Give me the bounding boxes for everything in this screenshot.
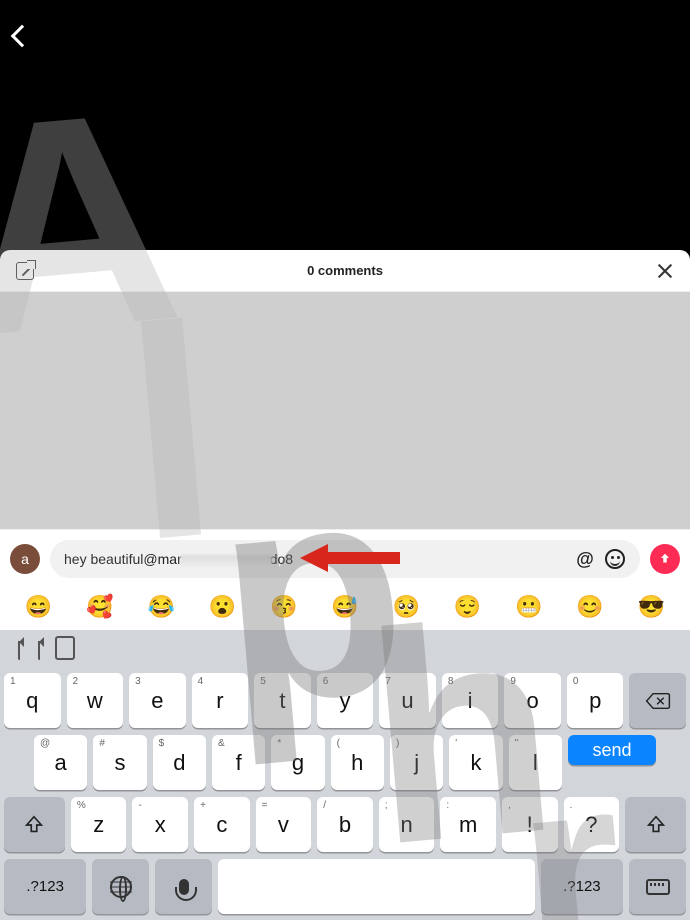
dictation-key[interactable]	[155, 859, 212, 914]
key-o[interactable]: 9o	[504, 673, 561, 728]
key-b[interactable]: /b	[317, 797, 373, 852]
redo-icon[interactable]	[38, 641, 40, 659]
key-l[interactable]: "l	[509, 735, 562, 790]
key-p[interactable]: 0p	[567, 673, 624, 728]
emoji-quick-item[interactable]: 🥰	[86, 594, 113, 620]
dismiss-keyboard-key[interactable]	[629, 859, 686, 914]
comment-text-prefix: hey beautiful	[64, 551, 143, 567]
keyboard-row-1: 1q2w3e4r5t6y7u8i9o0p	[4, 673, 686, 728]
key-u[interactable]: 7u	[379, 673, 436, 728]
key-h[interactable]: (h	[331, 735, 384, 790]
emoji-icon[interactable]	[604, 548, 626, 570]
emoji-quick-row: 😄 🥰 😂 😮 😚 😅 🥺 😌 😬 😊 😎	[0, 584, 690, 630]
globe-key[interactable]	[92, 859, 149, 914]
undo-icon[interactable]	[18, 641, 20, 659]
send-button[interactable]	[650, 544, 680, 574]
clipboard-icon[interactable]	[58, 641, 62, 659]
key-f[interactable]: &f	[212, 735, 265, 790]
compose-bar: a hey beautiful @mar do8 @	[0, 529, 690, 584]
key-s[interactable]: #s	[93, 735, 146, 790]
symbols-key[interactable]: .?123	[4, 859, 86, 914]
avatar: a	[10, 544, 40, 574]
keyboard-send-key[interactable]: send	[568, 735, 656, 765]
comments-count: 0 comments	[307, 263, 383, 278]
emoji-quick-item[interactable]: 😮	[209, 594, 236, 620]
key-e[interactable]: 3e	[129, 673, 186, 728]
emoji-quick-item[interactable]: 😄	[25, 594, 52, 620]
emoji-quick-item[interactable]: 😚	[270, 594, 297, 620]
key-n[interactable]: ;n	[379, 797, 435, 852]
space-key[interactable]	[218, 859, 535, 914]
key-c[interactable]: +c	[194, 797, 250, 852]
shift-key[interactable]	[4, 797, 65, 852]
key-y[interactable]: 6y	[317, 673, 374, 728]
comments-list-empty	[0, 292, 690, 529]
sheet-header: 0 comments	[0, 250, 690, 292]
key-z[interactable]: %z	[71, 797, 127, 852]
key-g[interactable]: *g	[271, 735, 324, 790]
mention-start: @mar	[143, 551, 181, 567]
symbols-key-right[interactable]: .?123	[541, 859, 623, 914]
emoji-quick-item[interactable]: 😊	[576, 594, 603, 620]
comments-sheet: 0 comments a hey beautiful @mar do8 @ 😄 🥰…	[0, 250, 690, 920]
key-j[interactable]: )j	[390, 735, 443, 790]
emoji-quick-item[interactable]: 😎	[638, 594, 665, 620]
key-?[interactable]: .?	[564, 797, 620, 852]
emoji-quick-item[interactable]: 😅	[331, 594, 358, 620]
key-q[interactable]: 1q	[4, 673, 61, 728]
emoji-quick-item[interactable]: 😌	[454, 594, 481, 620]
keyboard-row-4: .?123 .?123	[4, 859, 686, 914]
key-t[interactable]: 5t	[254, 673, 311, 728]
at-icon[interactable]: @	[574, 548, 596, 570]
shift-key-right[interactable]	[625, 797, 686, 852]
key-x[interactable]: -x	[132, 797, 188, 852]
key-a[interactable]: @a	[34, 735, 87, 790]
video-background	[0, 0, 690, 250]
mention-end: do8	[270, 551, 293, 567]
backspace-key[interactable]	[629, 673, 686, 728]
close-icon[interactable]	[656, 262, 674, 280]
back-chevron-icon[interactable]	[11, 25, 34, 48]
keyboard-row-2: @a#s$d&f*g(h)j'k"l send	[4, 735, 686, 790]
keyboard-row-3: %z-x+c=v/b;n:m,!.?	[4, 797, 686, 852]
key-d[interactable]: $d	[153, 735, 206, 790]
emoji-quick-item[interactable]: 😬	[515, 594, 542, 620]
comment-input[interactable]: hey beautiful @mar do8 @	[50, 540, 640, 578]
key-![interactable]: ,!	[502, 797, 558, 852]
key-i[interactable]: 8i	[442, 673, 499, 728]
emoji-quick-item[interactable]: 🥺	[393, 594, 420, 620]
key-m[interactable]: :m	[440, 797, 496, 852]
emoji-quick-item[interactable]: 😂	[147, 594, 174, 620]
key-r[interactable]: 4r	[192, 673, 249, 728]
key-w[interactable]: 2w	[67, 673, 124, 728]
compose-icon[interactable]	[16, 262, 34, 280]
key-k[interactable]: 'k	[449, 735, 502, 790]
mention-redacted	[180, 555, 272, 567]
keyboard-toolbar	[4, 634, 686, 666]
keyboard: 1q2w3e4r5t6y7u8i9o0p @a#s$d&f*g(h)j'k"l …	[0, 630, 690, 920]
key-v[interactable]: =v	[256, 797, 312, 852]
